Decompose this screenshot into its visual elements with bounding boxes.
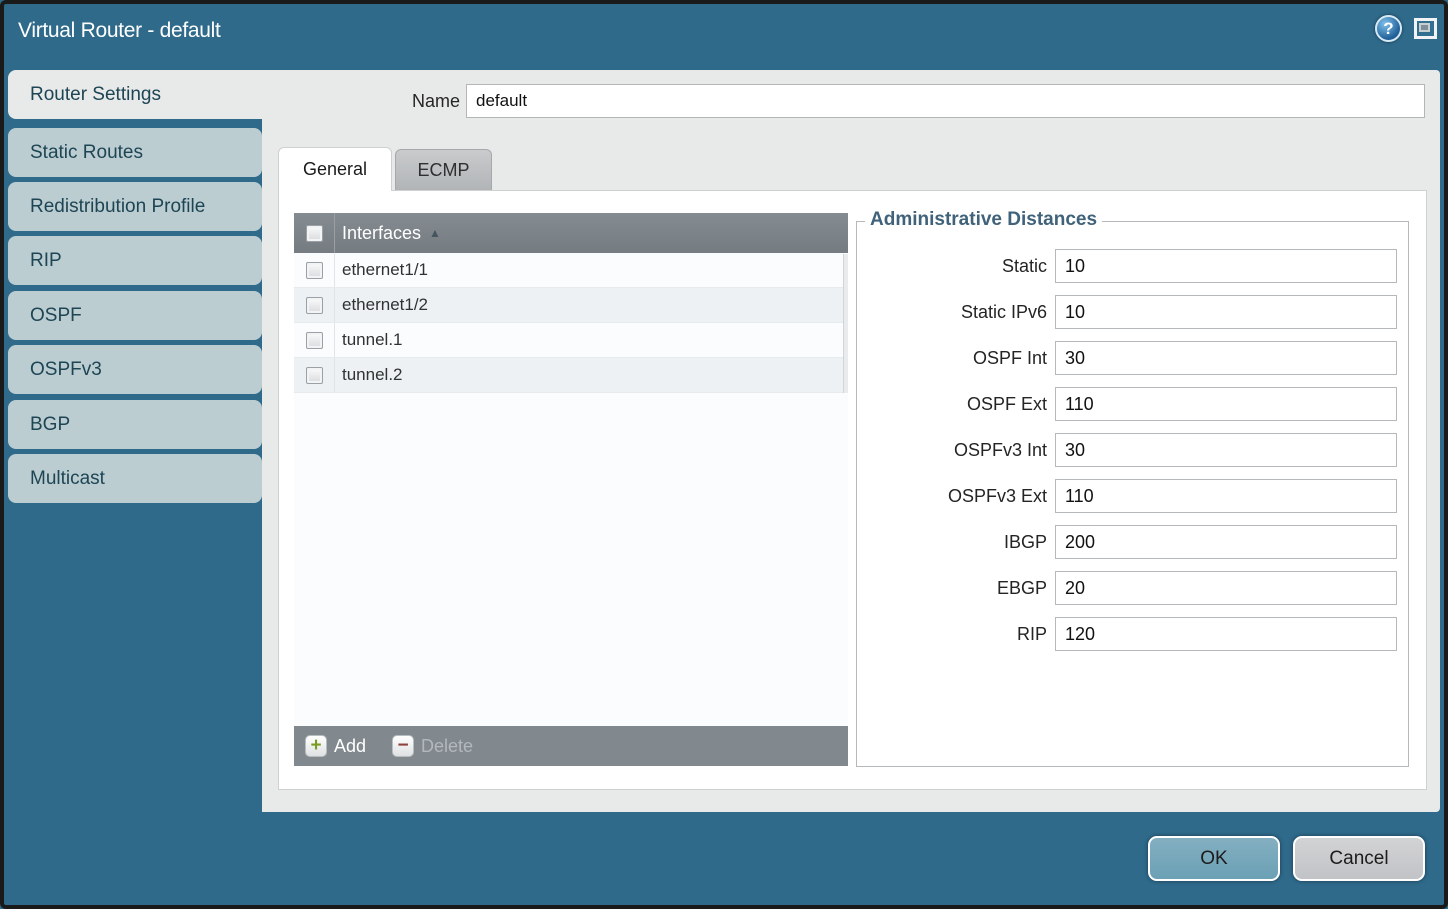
table-row[interactable]: ethernet1/1	[294, 253, 848, 288]
sort-ascending-icon: ▲	[429, 226, 441, 240]
delete-button[interactable]: − Delete	[392, 735, 473, 757]
interfaces-column-header: Interfaces	[342, 223, 421, 244]
field-row: OSPFv3 Int	[857, 433, 1408, 467]
row-checkbox[interactable]	[306, 262, 323, 279]
ospf-ext-input[interactable]	[1055, 387, 1397, 421]
ospfv3-int-input[interactable]	[1055, 433, 1397, 467]
general-tab-panel: Interfaces ▲ ethernet1/1 ethernet1/2 tun…	[278, 190, 1427, 790]
interfaces-table-body: ethernet1/1 ethernet1/2 tunnel.1 tunnel.…	[294, 253, 848, 726]
sidebar-item-rip[interactable]: RIP	[8, 236, 262, 285]
sidebar-item-multicast[interactable]: Multicast	[8, 454, 262, 503]
interface-name: tunnel.2	[342, 365, 403, 385]
sidebar-item-redistribution-profile[interactable]: Redistribution Profile	[8, 182, 262, 231]
tab-general[interactable]: General	[278, 147, 392, 191]
title-bar: Virtual Router - default ?	[0, 0, 1448, 70]
ibgp-input[interactable]	[1055, 525, 1397, 559]
ok-button[interactable]: OK	[1148, 836, 1280, 881]
ospf-ext-label: OSPF Ext	[857, 394, 1047, 415]
cancel-button[interactable]: Cancel	[1293, 836, 1425, 881]
static-ipv6-label: Static IPv6	[857, 302, 1047, 323]
name-label: Name	[380, 91, 460, 112]
sidebar-item-bgp[interactable]: BGP	[8, 400, 262, 449]
ospfv3-int-label: OSPFv3 Int	[857, 440, 1047, 461]
table-row[interactable]: tunnel.1	[294, 323, 848, 358]
delete-minus-icon: −	[392, 735, 414, 757]
table-row[interactable]: ethernet1/2	[294, 288, 848, 323]
ospfv3-ext-label: OSPFv3 Ext	[857, 486, 1047, 507]
sidebar-item-ospfv3[interactable]: OSPFv3	[8, 345, 262, 394]
add-button-label: Add	[334, 736, 366, 757]
ebgp-label: EBGP	[857, 578, 1047, 599]
name-input[interactable]	[466, 84, 1425, 118]
rip-input[interactable]	[1055, 617, 1397, 651]
row-checkbox[interactable]	[306, 332, 323, 349]
field-row: OSPF Ext	[857, 387, 1408, 421]
select-all-cell	[294, 213, 335, 253]
static-label: Static	[857, 256, 1047, 277]
field-row: RIP	[857, 617, 1408, 651]
administrative-distances-fields: Static Static IPv6 OSPF Int OSPF Ext OSP…	[857, 249, 1408, 663]
field-row: Static	[857, 249, 1408, 283]
row-checkbox[interactable]	[306, 297, 323, 314]
help-icon[interactable]: ?	[1375, 15, 1402, 42]
interfaces-table: Interfaces ▲ ethernet1/1 ethernet1/2 tun…	[294, 213, 848, 766]
row-checkbox-cell	[294, 288, 335, 322]
interface-name: ethernet1/1	[342, 260, 428, 280]
restore-window-icon-inner	[1419, 23, 1430, 32]
table-scrollbar[interactable]	[843, 254, 848, 393]
table-row[interactable]: tunnel.2	[294, 358, 848, 393]
ospfv3-ext-input[interactable]	[1055, 479, 1397, 513]
field-row: OSPFv3 Ext	[857, 479, 1408, 513]
row-checkbox-cell	[294, 253, 335, 287]
field-row: OSPF Int	[857, 341, 1408, 375]
row-checkbox-cell	[294, 323, 335, 357]
ebgp-input[interactable]	[1055, 571, 1397, 605]
field-row: Static IPv6	[857, 295, 1408, 329]
ospf-int-input[interactable]	[1055, 341, 1397, 375]
row-checkbox[interactable]	[306, 367, 323, 384]
restore-window-icon[interactable]	[1414, 18, 1437, 39]
sidebar-item-static-routes[interactable]: Static Routes	[8, 128, 262, 177]
sidebar-item-router-settings[interactable]: Router Settings	[8, 70, 262, 119]
delete-button-label: Delete	[421, 736, 473, 757]
interfaces-table-footer: + Add − Delete	[294, 726, 848, 766]
static-ipv6-input[interactable]	[1055, 295, 1397, 329]
tab-ecmp[interactable]: ECMP	[395, 149, 492, 191]
add-button[interactable]: + Add	[305, 735, 366, 757]
field-row: EBGP	[857, 571, 1408, 605]
interface-name: tunnel.1	[342, 330, 403, 350]
administrative-distances-fieldset: Administrative Distances Static Static I…	[856, 221, 1409, 767]
ospf-int-label: OSPF Int	[857, 348, 1047, 369]
field-row: IBGP	[857, 525, 1408, 559]
dialog-title: Virtual Router - default	[18, 19, 221, 43]
static-input[interactable]	[1055, 249, 1397, 283]
interfaces-table-header[interactable]: Interfaces ▲	[294, 213, 848, 253]
administrative-distances-legend: Administrative Distances	[865, 209, 1102, 231]
sidebar-item-ospf[interactable]: OSPF	[8, 291, 262, 340]
row-checkbox-cell	[294, 358, 335, 392]
select-all-checkbox[interactable]	[306, 225, 323, 242]
ibgp-label: IBGP	[857, 532, 1047, 553]
add-plus-icon: +	[305, 735, 327, 757]
rip-label: RIP	[857, 624, 1047, 645]
interface-name: ethernet1/2	[342, 295, 428, 315]
